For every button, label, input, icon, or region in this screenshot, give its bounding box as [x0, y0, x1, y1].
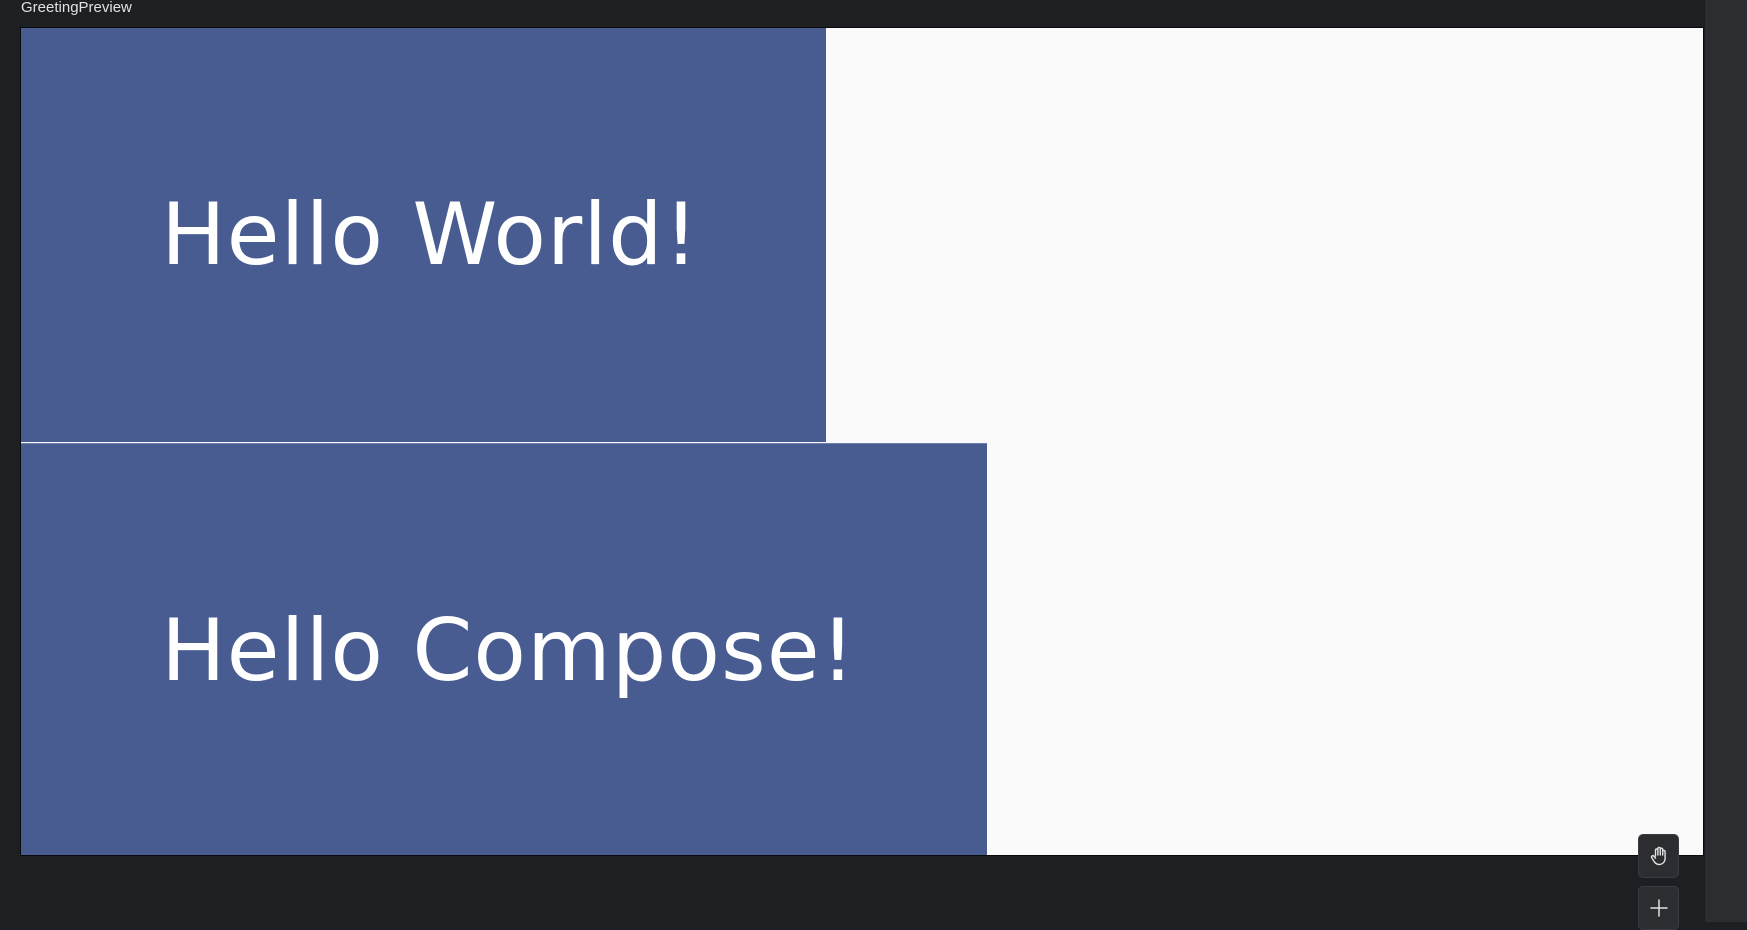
plus-icon	[1649, 899, 1668, 917]
right-gutter	[1705, 0, 1747, 922]
greeting-text: Hello Compose!	[161, 601, 857, 701]
greeting-surface: Hello Compose!	[21, 443, 987, 855]
compose-preview-frame[interactable]: Hello World! Hello Compose!	[20, 27, 1704, 856]
preview-title: GreetingPreview	[21, 0, 132, 16]
greeting-text: Hello World!	[161, 185, 700, 285]
pan-mode-button[interactable]	[1638, 834, 1679, 878]
hand-icon	[1650, 846, 1666, 866]
greeting-surface: Hello World!	[21, 28, 826, 442]
zoom-in-button[interactable]	[1638, 886, 1679, 930]
